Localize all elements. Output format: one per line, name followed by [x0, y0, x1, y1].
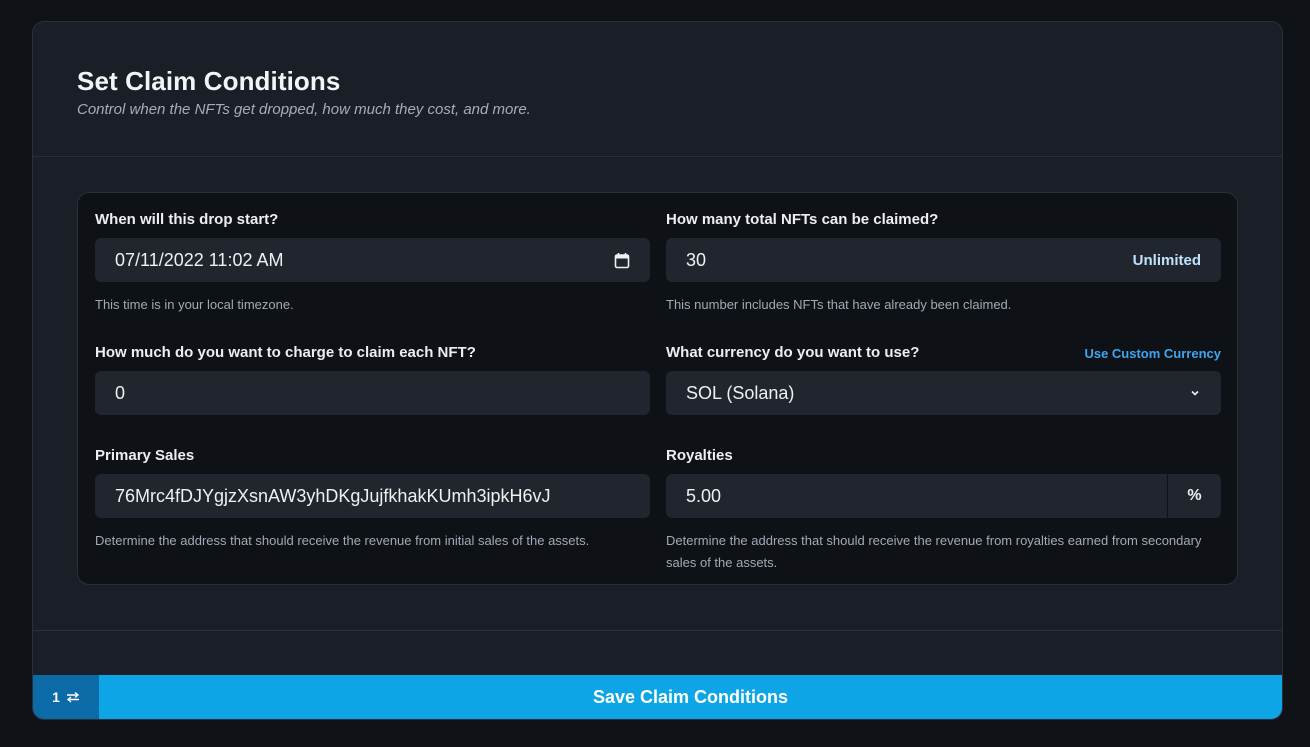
claim-conditions-card: Set Claim Conditions Control when the NF…: [32, 21, 1283, 720]
chevron-down-icon: [1189, 389, 1201, 397]
start-date-label: When will this drop start?: [95, 211, 279, 228]
start-date-field: When will this drop start? 07/11/2022 11…: [95, 210, 650, 316]
primary-sales-label: Primary Sales: [95, 447, 195, 464]
phase-count-button[interactable]: 1: [33, 675, 99, 719]
card-footer: 1 Save Claim Conditions: [33, 675, 1282, 719]
percent-addon: %: [1167, 474, 1221, 518]
total-supply-helper: This number includes NFTs that have alre…: [666, 297, 1012, 312]
price-input[interactable]: 0: [95, 371, 650, 415]
phase-count: 1: [52, 689, 60, 705]
start-date-helper: This time is in your local timezone.: [95, 297, 294, 312]
total-supply-input[interactable]: 30 Unlimited: [666, 238, 1221, 282]
currency-value: SOL (Solana): [686, 382, 795, 403]
start-date-input[interactable]: 07/11/2022 11:02 AM: [95, 238, 650, 282]
primary-sales-input[interactable]: 76Mrc4fDJYgjzXsnAW3yhDKgJujfkhakKUmh3ipk…: [95, 474, 650, 518]
swap-arrows-icon: [66, 691, 80, 703]
currency-field: What currency do you want to use? Use Cu…: [666, 343, 1221, 415]
royalties-input[interactable]: 5.00 %: [666, 474, 1221, 518]
royalties-value: 5.00: [686, 485, 722, 506]
royalties-label: Royalties: [666, 447, 733, 464]
calendar-icon[interactable]: [614, 252, 630, 269]
royalties-helper: Determine the address that should receiv…: [666, 533, 1202, 570]
price-value: 0: [115, 382, 126, 403]
total-supply-value: 30: [686, 249, 707, 270]
save-claim-conditions-button[interactable]: Save Claim Conditions: [99, 675, 1282, 719]
total-supply-field: How many total NFTs can be claimed? 30 U…: [666, 210, 1221, 316]
primary-sales-value: 76Mrc4fDJYgjzXsnAW3yhDKgJujfkhakKUmh3ipk…: [115, 485, 551, 506]
use-custom-currency-link[interactable]: Use Custom Currency: [1084, 346, 1221, 361]
currency-label: What currency do you want to use?: [666, 344, 920, 361]
card-header: Set Claim Conditions Control when the NF…: [33, 22, 1282, 157]
unlimited-button[interactable]: Unlimited: [1133, 252, 1201, 269]
divider: [33, 630, 1282, 631]
start-date-value: 07/11/2022 11:02 AM: [115, 249, 284, 270]
page-title: Set Claim Conditions: [77, 66, 341, 96]
price-field: How much do you want to charge to claim …: [95, 343, 650, 415]
currency-select[interactable]: SOL (Solana): [666, 371, 1221, 415]
price-label: How much do you want to charge to claim …: [95, 344, 476, 361]
claim-conditions-form: When will this drop start? 07/11/2022 11…: [77, 192, 1238, 585]
primary-sales-helper: Determine the address that should receiv…: [95, 533, 590, 548]
royalties-field: Royalties 5.00 % Determine the address t…: [666, 446, 1221, 574]
primary-sales-field: Primary Sales 76Mrc4fDJYgjzXsnAW3yhDKgJu…: [95, 446, 650, 552]
total-supply-label: How many total NFTs can be claimed?: [666, 211, 939, 228]
page-subtitle: Control when the NFTs get dropped, how m…: [77, 101, 531, 118]
